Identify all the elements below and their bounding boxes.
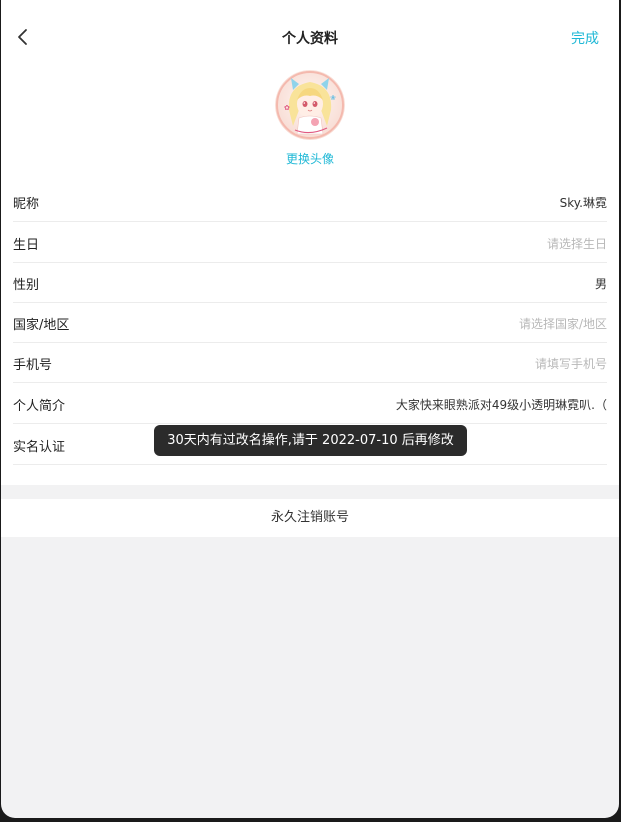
change-avatar-link[interactable]: 更换头像 xyxy=(1,150,619,167)
field-value: 大家快来眼熟派对49级小透明琳霓叭.（ xyxy=(395,398,607,412)
profile-panel: 个人资料 完成 ✿ ❀ 更换头像 昵称 Sky.琳霓 生日 请选择生日 性别 男… xyxy=(1,0,619,485)
field-label: 手机号 xyxy=(13,358,53,373)
field-birthday[interactable]: 生日 请选择生日 xyxy=(13,222,607,263)
field-label: 昵称 xyxy=(13,197,40,212)
field-bio[interactable]: 个人简介 大家快来眼熟派对49级小透明琳霓叭.（ xyxy=(13,383,607,424)
delete-account-button[interactable]: 永久注销账号 xyxy=(1,499,619,537)
toast-message: 30天内有过改名操作,请于 2022-07-10 后再修改 xyxy=(154,425,467,456)
field-nickname[interactable]: 昵称 Sky.琳霓 xyxy=(13,181,607,222)
page-title: 个人资料 xyxy=(282,31,338,47)
svg-text:❀: ❀ xyxy=(330,94,336,102)
field-label: 生日 xyxy=(13,238,40,253)
field-label: 国家/地区 xyxy=(13,318,70,333)
field-placeholder: 请选择生日 xyxy=(546,237,607,251)
field-label: 性别 xyxy=(13,278,40,293)
avatar-image: ✿ ❀ xyxy=(275,70,345,140)
field-phone[interactable]: 手机号 请填写手机号 xyxy=(13,342,607,383)
field-label: 个人简介 xyxy=(13,399,66,414)
app-screen: 个人资料 完成 ✿ ❀ 更换头像 昵称 Sky.琳霓 生日 请选择生日 性别 男… xyxy=(1,0,619,818)
field-placeholder: 请选择国家/地区 xyxy=(518,317,607,331)
avatar[interactable]: ✿ ❀ xyxy=(275,70,345,140)
field-gender[interactable]: 性别 男 xyxy=(13,262,607,303)
field-value: 男 xyxy=(594,277,607,291)
field-value: Sky.琳霓 xyxy=(559,196,607,210)
nav-bar: 个人资料 完成 xyxy=(1,0,619,74)
done-button[interactable]: 完成 xyxy=(571,28,599,48)
field-placeholder: 请填写手机号 xyxy=(534,357,607,371)
field-label: 实名认证 xyxy=(13,440,66,455)
field-country-region[interactable]: 国家/地区 请选择国家/地区 xyxy=(13,302,607,343)
svg-text:✿: ✿ xyxy=(284,104,290,112)
